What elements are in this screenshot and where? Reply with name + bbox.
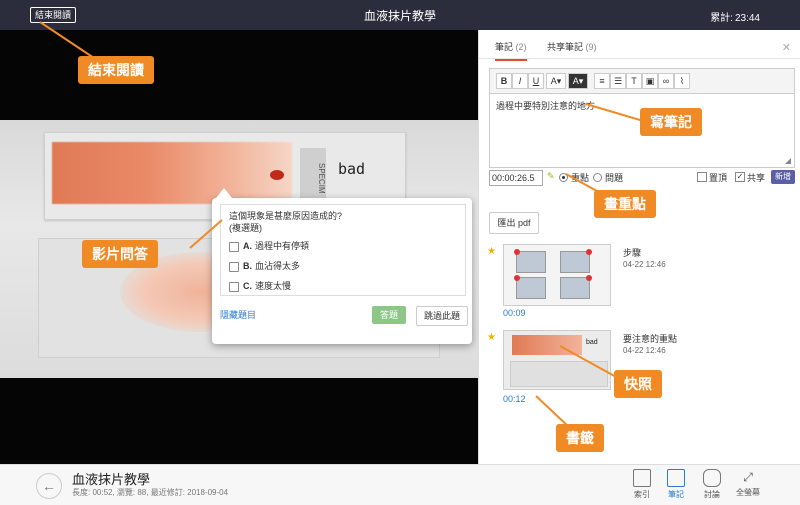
callout-highlight: 畫重點 (594, 190, 656, 218)
callout-snapshot: 快照 (614, 370, 662, 398)
callout-write-notes: 寫筆記 (640, 108, 702, 136)
callout-exit-reading: 結束閱讀 (78, 56, 154, 84)
callout-bookmark: 書籤 (556, 424, 604, 452)
callout-video-quiz: 影片問答 (82, 240, 158, 268)
